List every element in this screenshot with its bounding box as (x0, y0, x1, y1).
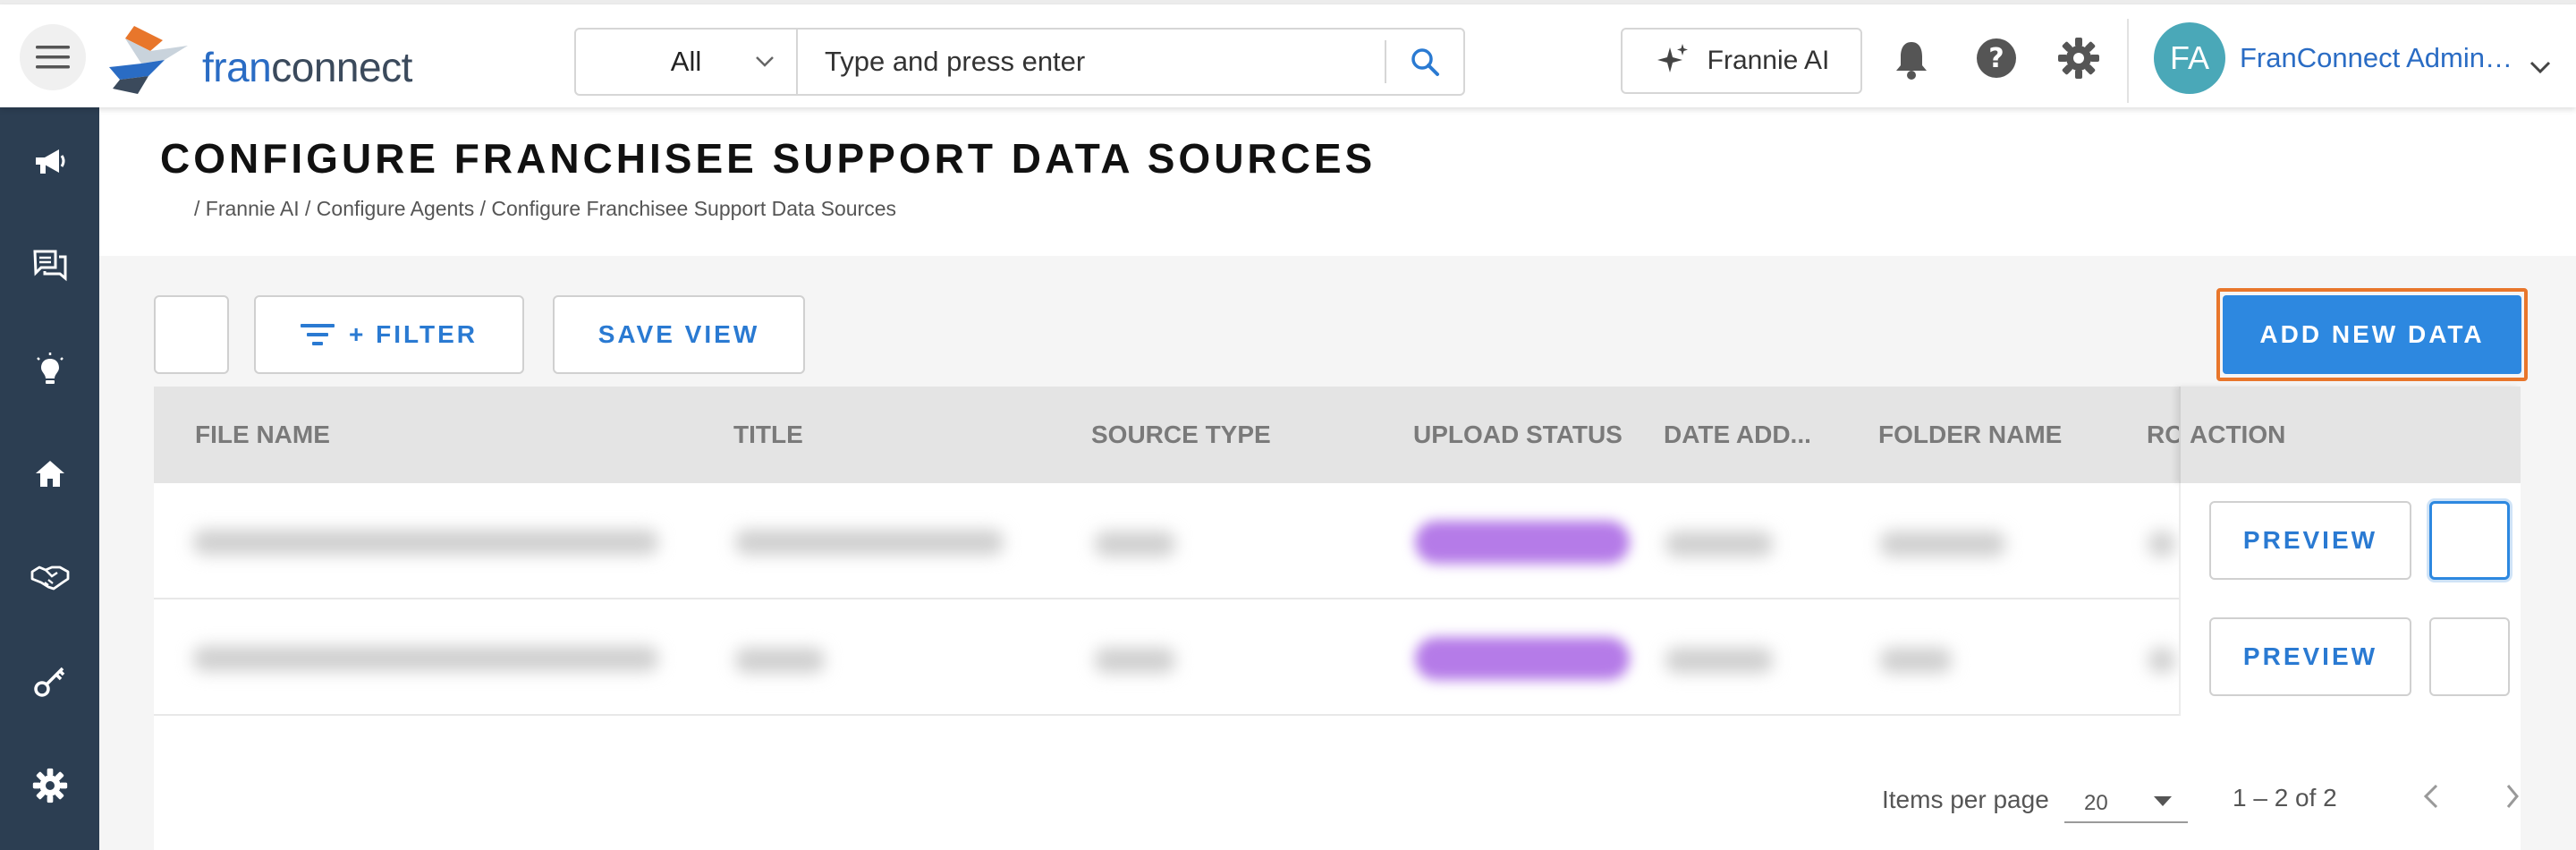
action-cell: PREVIEW (2179, 599, 2521, 716)
search-input[interactable] (798, 30, 1385, 94)
search-scope-value: All (670, 46, 702, 77)
items-per-page-label: Items per page (1882, 786, 2049, 813)
blurred-status-pill (1415, 521, 1630, 564)
items-per-page-value: 20 (2084, 791, 2108, 815)
chevron-right-icon[interactable] (2503, 780, 2521, 812)
table-header: FILE NAME TITLE SOURCE TYPE UPLOAD STATU… (154, 387, 2521, 483)
column-header-action: ACTION (2190, 421, 2286, 448)
row-menu-button[interactable] (2429, 501, 2510, 580)
save-view-button[interactable]: SAVE VIEW (553, 295, 805, 374)
action-column-header: ACTION (2179, 387, 2521, 483)
save-view-label: SAVE VIEW (597, 320, 760, 348)
blurred-folder (1880, 648, 1952, 673)
logo-wordmark: franconnect (202, 43, 412, 91)
dropdown-arrow-icon (2154, 796, 2172, 806)
logo-text-fran: fran (202, 44, 272, 90)
logo-mark-icon (109, 26, 188, 94)
page-range: 1 – 2 of 2 (2233, 784, 2337, 812)
app-header: franconnect All Frannie AI ? FA FranConn… (0, 4, 2576, 107)
column-header-date-added[interactable]: DATE ADD... (1664, 421, 1811, 449)
breadcrumb[interactable]: / Frannie AI / Configure Agents / Config… (194, 197, 896, 221)
preview-button[interactable]: PREVIEW (2209, 501, 2411, 580)
main-content: + FILTER SAVE VIEW ADD NEW DATA FILE NAM… (99, 256, 2576, 850)
pagination: Items per page 20 1 – 2 of 2 (154, 709, 2521, 850)
hamburger-menu-button[interactable] (20, 24, 86, 90)
add-new-data-label: ADD NEW DATA (2259, 320, 2485, 348)
gear-icon (2058, 38, 2099, 79)
settings-button[interactable] (2057, 37, 2100, 84)
page-header: CONFIGURE FRANCHISEE SUPPORT DATA SOURCE… (99, 107, 2576, 256)
table-row[interactable]: PREVIEW (154, 483, 2521, 599)
blurred-file-name (193, 646, 658, 671)
svg-text:?: ? (1988, 43, 2004, 74)
blurred-folder (1880, 531, 2005, 557)
help-button[interactable]: ? (1975, 37, 2018, 84)
logo-text-connect: connect (271, 44, 412, 90)
filter-button[interactable]: + FILTER (254, 295, 524, 374)
sidebar-item-messages[interactable] (0, 234, 99, 297)
sidebar-item-partners[interactable] (0, 546, 99, 608)
page-title: CONFIGURE FRANCHISEE SUPPORT DATA SOURCE… (160, 135, 1377, 182)
row-menu-button[interactable] (2429, 617, 2510, 696)
key-icon (33, 667, 64, 697)
blurred-ro (2148, 531, 2175, 557)
sidebar-item-access[interactable] (0, 650, 99, 712)
bell-icon (1896, 42, 1927, 80)
blurred-file-name (193, 530, 658, 555)
sidebar (0, 107, 99, 850)
sidebar-item-settings[interactable] (0, 754, 99, 817)
avatar-initials: FA (2169, 39, 2209, 76)
column-header-file-name[interactable]: FILE NAME (195, 421, 330, 449)
blurred-status-pill (1415, 637, 1630, 680)
select-all-checkbox-button[interactable] (154, 295, 229, 374)
column-header-folder-name[interactable]: FOLDER NAME (1878, 421, 2062, 449)
frannie-ai-button[interactable]: Frannie AI (1621, 28, 1862, 94)
search-scope-dropdown[interactable]: All (576, 30, 798, 94)
header-divider (2127, 19, 2129, 103)
sparkle-icon (1657, 44, 1688, 72)
help-icon: ? (1977, 38, 2016, 78)
frannie-ai-label: Frannie AI (1707, 46, 1830, 75)
franconnect-logo[interactable]: franconnect (107, 24, 412, 96)
notifications-button[interactable] (1893, 38, 1930, 84)
sidebar-item-ideas[interactable] (0, 338, 99, 401)
search-button[interactable] (1385, 40, 1463, 83)
lightbulb-icon (36, 353, 64, 384)
items-per-page-select[interactable]: 20 (2064, 777, 2188, 823)
blurred-title (735, 530, 1004, 555)
blurred-title (735, 648, 825, 673)
sidebar-item-home[interactable] (0, 443, 99, 506)
avatar[interactable]: FA (2154, 22, 2225, 94)
chat-icon (32, 250, 66, 282)
filter-label: + FILTER (348, 320, 479, 348)
preview-label: PREVIEW (2242, 526, 2378, 554)
blurred-date (1665, 648, 1773, 673)
gear-icon (32, 768, 67, 803)
chevron-down-icon[interactable] (2528, 56, 2553, 78)
action-cell: PREVIEW (2179, 483, 2521, 599)
menu-icon (36, 46, 70, 69)
blurred-date (1665, 531, 1773, 557)
blurred-source-type (1095, 648, 1175, 673)
handshake-icon (30, 565, 69, 591)
sidebar-item-announcements[interactable] (0, 131, 99, 193)
column-header-source-type[interactable]: SOURCE TYPE (1091, 421, 1271, 449)
column-header-title[interactable]: TITLE (733, 421, 803, 449)
home-icon (35, 461, 64, 487)
blurred-ro (2148, 648, 2175, 673)
user-name[interactable]: FranConnect Administrator (2240, 42, 2517, 74)
global-search: All (574, 28, 1465, 96)
table-row[interactable]: PREVIEW (154, 599, 2521, 716)
chevron-left-icon[interactable] (2419, 780, 2444, 812)
preview-button[interactable]: PREVIEW (2209, 617, 2411, 696)
chevron-down-icon (756, 56, 774, 67)
search-icon (1411, 48, 1439, 76)
preview-label: PREVIEW (2242, 642, 2378, 670)
add-new-data-button[interactable]: ADD NEW DATA (2223, 295, 2521, 374)
column-header-upload-status[interactable]: UPLOAD STATUS (1413, 421, 1623, 449)
blurred-source-type (1095, 531, 1175, 557)
filter-icon (300, 324, 335, 345)
megaphone-icon (35, 149, 64, 174)
data-sources-table: FILE NAME TITLE SOURCE TYPE UPLOAD STATU… (154, 387, 2521, 850)
